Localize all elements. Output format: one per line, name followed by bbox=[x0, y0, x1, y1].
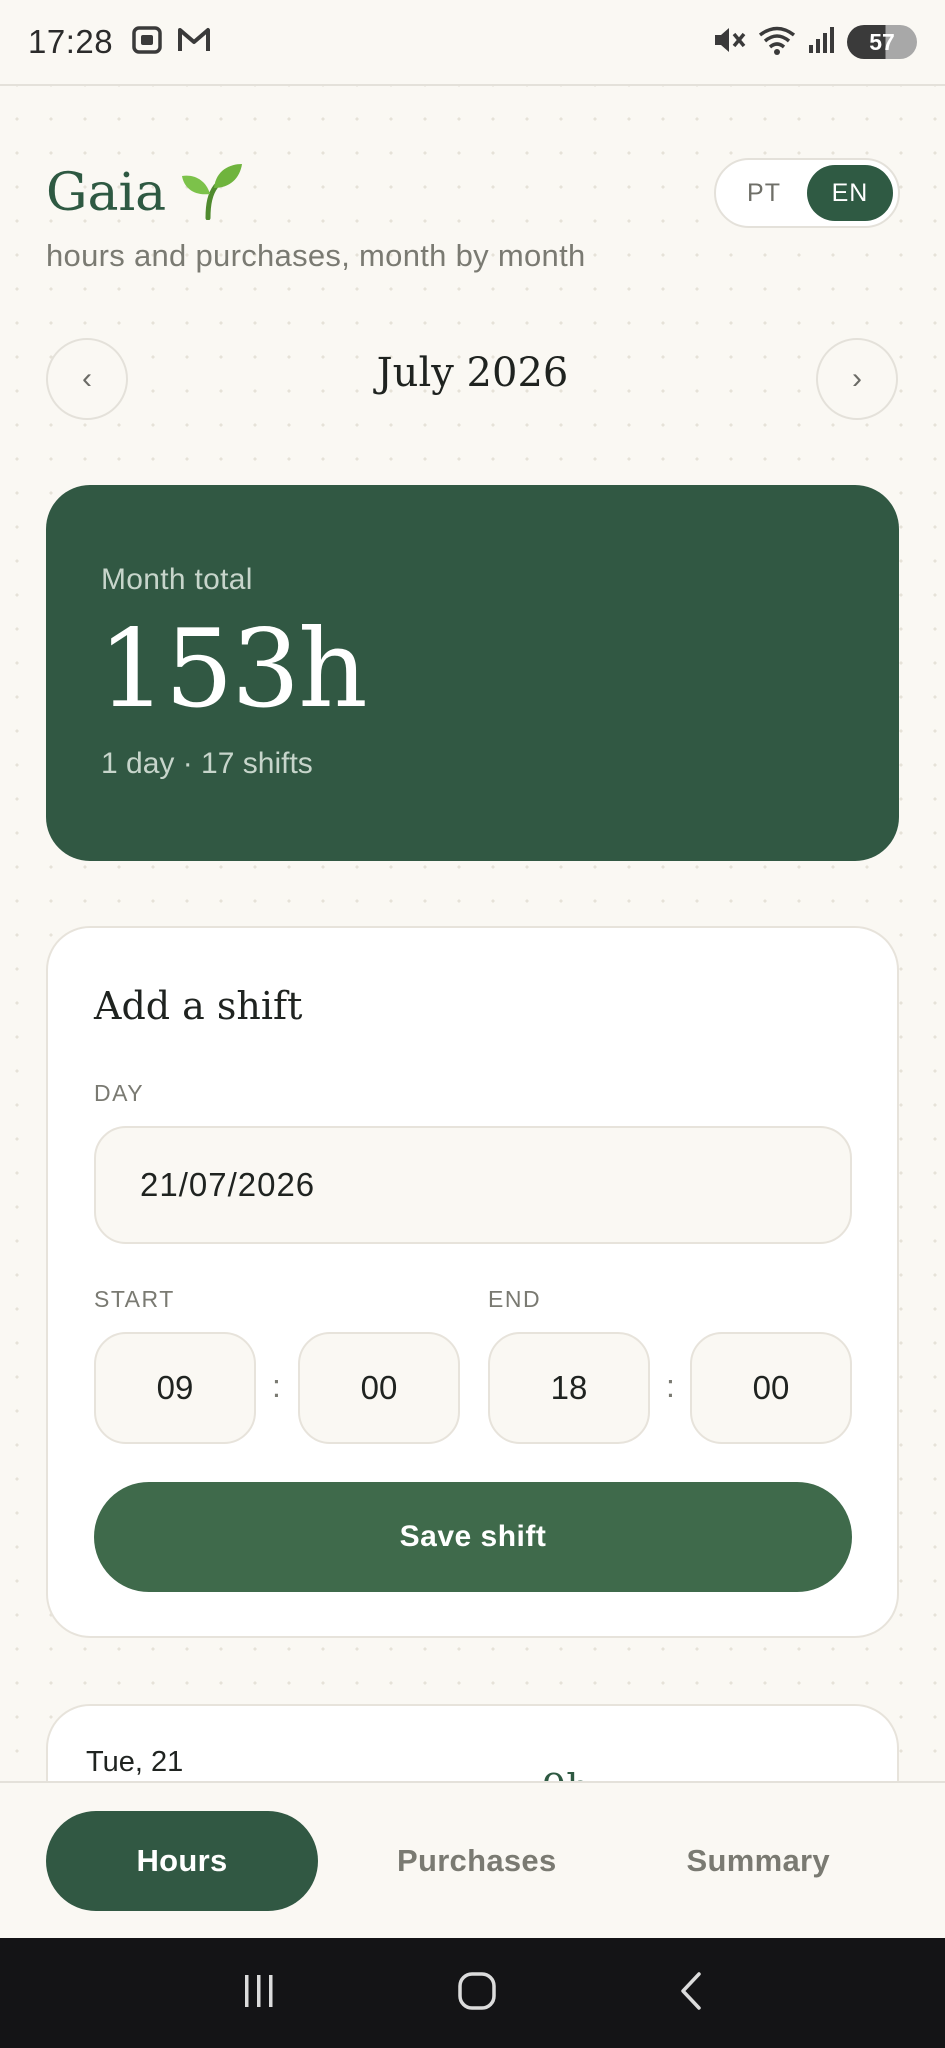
back-icon[interactable] bbox=[675, 1970, 707, 2017]
mute-icon bbox=[711, 24, 747, 61]
end-hour-input[interactable] bbox=[488, 1332, 650, 1444]
recent-apps-icon[interactable] bbox=[239, 1971, 279, 2016]
language-toggle: PT EN bbox=[714, 158, 900, 228]
next-month-button[interactable]: › bbox=[816, 338, 898, 420]
lang-option-pt[interactable]: PT bbox=[721, 165, 807, 221]
app-subtitle: hours and purchases, month by month bbox=[46, 238, 586, 273]
day-input[interactable] bbox=[94, 1126, 852, 1244]
battery-icon: 57 bbox=[847, 25, 917, 59]
status-system-icons: 57 bbox=[711, 24, 917, 61]
save-shift-button[interactable]: Save shift bbox=[94, 1482, 852, 1592]
start-minute-input[interactable] bbox=[298, 1332, 460, 1444]
start-field-label: START bbox=[94, 1286, 175, 1312]
tab-purchases[interactable]: Purchases bbox=[336, 1811, 618, 1911]
app-screen: 17:28 57 Gaia hours and purchases, month… bbox=[0, 0, 945, 2048]
month-total-card: Month total 153h 1 day · 17 shifts bbox=[46, 485, 899, 861]
month-total-meta: 1 day · 17 shifts bbox=[101, 747, 313, 780]
status-bar: 17:28 57 bbox=[0, 0, 945, 86]
home-icon[interactable] bbox=[456, 1970, 498, 2017]
tab-summary[interactable]: Summary bbox=[618, 1811, 900, 1911]
battery-level: 57 bbox=[869, 28, 895, 55]
end-minute-input[interactable] bbox=[690, 1332, 852, 1444]
app-title: Gaia bbox=[46, 162, 167, 223]
lang-option-en[interactable]: EN bbox=[807, 165, 893, 221]
add-shift-title: Add a shift bbox=[94, 984, 303, 1028]
app-title-row: Gaia bbox=[46, 160, 244, 225]
system-navigation-bar bbox=[0, 1938, 945, 2048]
month-total-label: Month total bbox=[101, 563, 253, 596]
status-notification-icons bbox=[131, 25, 211, 60]
sprout-icon bbox=[180, 160, 244, 225]
day-field-label: DAY bbox=[94, 1080, 145, 1106]
day-entry-date: Tue, 21 bbox=[86, 1746, 184, 1778]
add-shift-card: Add a shift DAY START END : : Save shift bbox=[46, 926, 899, 1638]
bottom-navigation: Hours Purchases Summary bbox=[0, 1781, 945, 1938]
signal-icon bbox=[807, 25, 837, 60]
end-time-separator: : bbox=[666, 1368, 675, 1404]
start-time-separator: : bbox=[272, 1368, 281, 1404]
chevron-left-icon: ‹ bbox=[82, 362, 92, 395]
chevron-right-icon: › bbox=[852, 362, 862, 395]
current-month-label: July 2026 bbox=[376, 350, 569, 396]
gmail-icon bbox=[177, 26, 211, 59]
start-hour-input[interactable] bbox=[94, 1332, 256, 1444]
tab-hours[interactable]: Hours bbox=[46, 1810, 318, 1911]
end-field-label: END bbox=[488, 1286, 542, 1312]
status-time: 17:28 bbox=[28, 23, 114, 60]
month-total-value: 153h bbox=[98, 607, 368, 732]
screenshot-icon bbox=[131, 25, 163, 60]
wifi-icon bbox=[757, 24, 797, 61]
previous-month-button[interactable]: ‹ bbox=[46, 338, 128, 420]
